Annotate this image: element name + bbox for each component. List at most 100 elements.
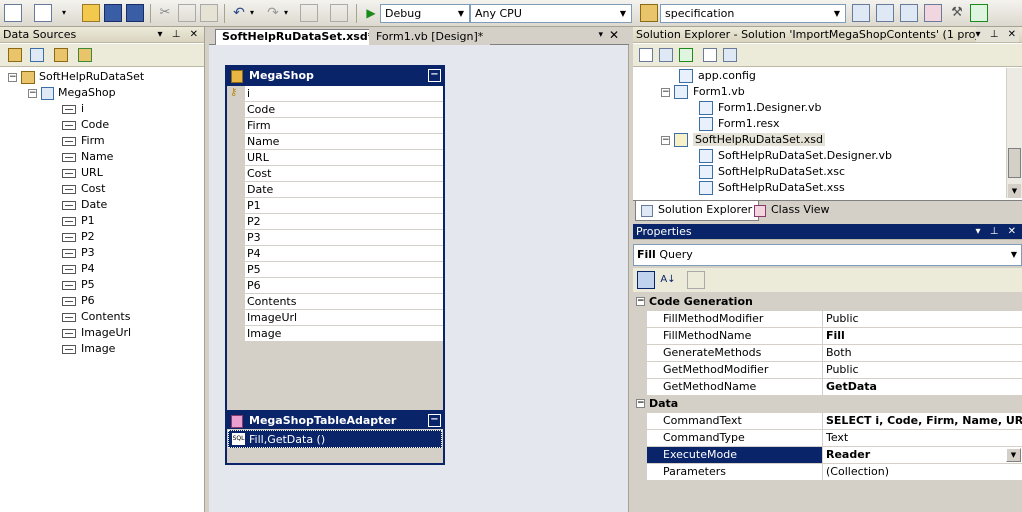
chevron-down-icon[interactable]: ▼ xyxy=(616,6,630,21)
properties-icon[interactable] xyxy=(639,48,653,62)
property-row[interactable]: FillMethodModifier Public xyxy=(633,311,1022,328)
cut-icon[interactable]: ✂ xyxy=(156,4,174,22)
property-row[interactable]: CommandText SELECT i, Code, Firm, Name, U… xyxy=(633,413,1022,430)
add-item-dropdown-icon[interactable]: ▾ xyxy=(62,4,67,22)
tree-node-column[interactable]: Date xyxy=(0,197,204,213)
navigate-backward-icon[interactable] xyxy=(300,4,318,22)
datatable-shape[interactable]: MegaShop − ⚷ i Code Firm Name URL Cost Date P1 P… xyxy=(225,65,445,465)
tree-node-dataset[interactable]: − SoftHelpRuDataSet xyxy=(0,69,204,85)
tree-node-column[interactable]: P2 xyxy=(0,229,204,245)
tree-node-column[interactable]: P1 xyxy=(0,213,204,229)
tree-item-form1[interactable]: − Form1.vb xyxy=(633,84,1006,100)
dataset-designer-surface[interactable]: MegaShop − ⚷ i Code Firm Name URL Cost Date P1 P… xyxy=(209,45,629,512)
datatable-field[interactable]: Date xyxy=(245,182,443,198)
vertical-scrollbar[interactable]: ▼ xyxy=(1006,68,1022,198)
scrollbar-thumb[interactable] xyxy=(1008,148,1021,178)
property-pages-icon[interactable] xyxy=(687,271,705,289)
add-item-icon[interactable] xyxy=(34,4,52,22)
tab-list-chevron-icon[interactable]: ▾ xyxy=(598,30,603,40)
property-row[interactable]: GetMethodName GetData xyxy=(633,379,1022,396)
tree-item-dataset-xss[interactable]: SoftHelpRuDataSet.xss xyxy=(633,180,1006,196)
collapse-icon[interactable]: − xyxy=(428,414,441,427)
close-document-icon[interactable]: ✕ xyxy=(609,28,619,42)
property-row-selected[interactable]: ExecuteMode Reader ▼ xyxy=(633,447,1022,464)
tools-icon[interactable]: ⚒ xyxy=(948,4,966,22)
categorized-icon[interactable] xyxy=(637,271,655,289)
configure-dataset-icon[interactable] xyxy=(54,48,68,62)
datatable-field[interactable]: i xyxy=(245,86,443,102)
collapse-icon[interactable]: − xyxy=(8,72,17,82)
panel-window-controls[interactable]: ▾ ⊥ ✕ xyxy=(158,27,201,42)
datatable-field[interactable]: Cost xyxy=(245,166,443,182)
tree-node-table[interactable]: − MegaShop xyxy=(0,85,204,101)
view-code-icon[interactable] xyxy=(703,48,717,62)
redo-icon[interactable]: ↷ xyxy=(264,4,282,22)
property-value[interactable]: (Collection) xyxy=(823,464,1022,480)
tree-node-column[interactable]: Firm xyxy=(0,133,204,149)
properties-object-selector[interactable]: Fill Query ▼ xyxy=(633,244,1022,266)
property-value[interactable]: SELECT i, Code, Firm, Name, URL, Co xyxy=(823,413,1022,429)
refresh-icon[interactable] xyxy=(679,48,693,62)
redo-dropdown-icon[interactable]: ▾ xyxy=(284,4,292,22)
datatable-field[interactable]: URL xyxy=(245,150,443,166)
panel-window-controls[interactable]: ▾ ⊥ ✕ xyxy=(975,27,1019,42)
save-icon[interactable] xyxy=(104,4,122,22)
datatable-field[interactable]: ImageUrl xyxy=(245,310,443,326)
chevron-down-icon[interactable]: ▼ xyxy=(1006,448,1021,462)
property-value[interactable]: Public xyxy=(823,311,1022,327)
property-value[interactable]: Public xyxy=(823,362,1022,378)
solution-configuration-combo[interactable]: Debug ▼ xyxy=(380,4,470,23)
property-value[interactable]: Both xyxy=(823,345,1022,361)
property-value[interactable]: Text xyxy=(823,430,1022,446)
object-browser-icon[interactable] xyxy=(900,4,918,22)
datatable-field[interactable]: Name xyxy=(245,134,443,150)
tree-item-dataset-designer[interactable]: SoftHelpRuDataSet.Designer.vb xyxy=(633,148,1006,164)
tab-class-view[interactable]: Class View xyxy=(749,201,836,221)
navigate-forward-icon[interactable] xyxy=(330,4,348,22)
copy-icon[interactable] xyxy=(178,4,196,22)
alphabetical-icon[interactable]: A↓ xyxy=(659,271,677,289)
datatable-field[interactable]: P5 xyxy=(245,262,443,278)
tree-node-column[interactable]: P6 xyxy=(0,293,204,309)
save-all-icon[interactable] xyxy=(126,4,144,22)
tree-node-column[interactable]: Image xyxy=(0,341,204,357)
properties-window-icon[interactable] xyxy=(876,4,894,22)
property-row[interactable]: GenerateMethods Both xyxy=(633,345,1022,362)
datatable-field[interactable]: P3 xyxy=(245,230,443,246)
datatable-field[interactable]: Code xyxy=(245,102,443,118)
property-value[interactable]: Reader ▼ xyxy=(823,447,1022,463)
collapse-icon[interactable]: − xyxy=(661,87,670,97)
tree-node-column[interactable]: Cost xyxy=(0,181,204,197)
tree-node-column[interactable]: Name xyxy=(0,149,204,165)
view-designer-icon[interactable] xyxy=(723,48,737,62)
tree-node-column[interactable]: URL xyxy=(0,165,204,181)
collapse-icon[interactable]: − xyxy=(636,399,645,408)
tree-node-column[interactable]: Code xyxy=(0,117,204,133)
tree-node-column[interactable]: ImageUrl xyxy=(0,325,204,341)
property-row[interactable]: Parameters (Collection) xyxy=(633,464,1022,481)
tree-item-form1-designer[interactable]: Form1.Designer.vb xyxy=(633,100,1006,116)
refresh-icon[interactable] xyxy=(78,48,92,62)
collapse-icon[interactable]: − xyxy=(661,135,670,145)
edit-dataset-icon[interactable] xyxy=(30,48,44,62)
property-row[interactable]: GetMethodModifier Public xyxy=(633,362,1022,379)
collapse-icon[interactable]: − xyxy=(28,88,37,98)
tree-node-column[interactable]: Contents xyxy=(0,309,204,325)
chevron-down-icon[interactable]: ▼ xyxy=(830,6,844,21)
find-in-files-icon[interactable] xyxy=(640,4,658,22)
tab-solution-explorer[interactable]: Solution Explorer xyxy=(635,201,760,221)
collapse-icon[interactable]: − xyxy=(636,297,645,306)
add-data-source-icon[interactable] xyxy=(8,48,22,62)
datatable-field[interactable]: P4 xyxy=(245,246,443,262)
chevron-down-icon[interactable]: ▼ xyxy=(454,6,468,21)
toolbox-icon[interactable] xyxy=(924,4,942,22)
tree-node-column[interactable]: P5 xyxy=(0,277,204,293)
tree-item-app-config[interactable]: app.config xyxy=(633,68,1006,84)
property-row[interactable]: FillMethodName Fill xyxy=(633,328,1022,345)
property-value[interactable]: GetData xyxy=(823,379,1022,395)
paste-icon[interactable] xyxy=(200,4,218,22)
panel-window-controls[interactable]: ▾ ⊥ ✕ xyxy=(976,224,1019,239)
datatable-field[interactable]: P6 xyxy=(245,278,443,294)
datatable-field[interactable]: Firm xyxy=(245,118,443,134)
open-file-icon[interactable] xyxy=(82,4,100,22)
